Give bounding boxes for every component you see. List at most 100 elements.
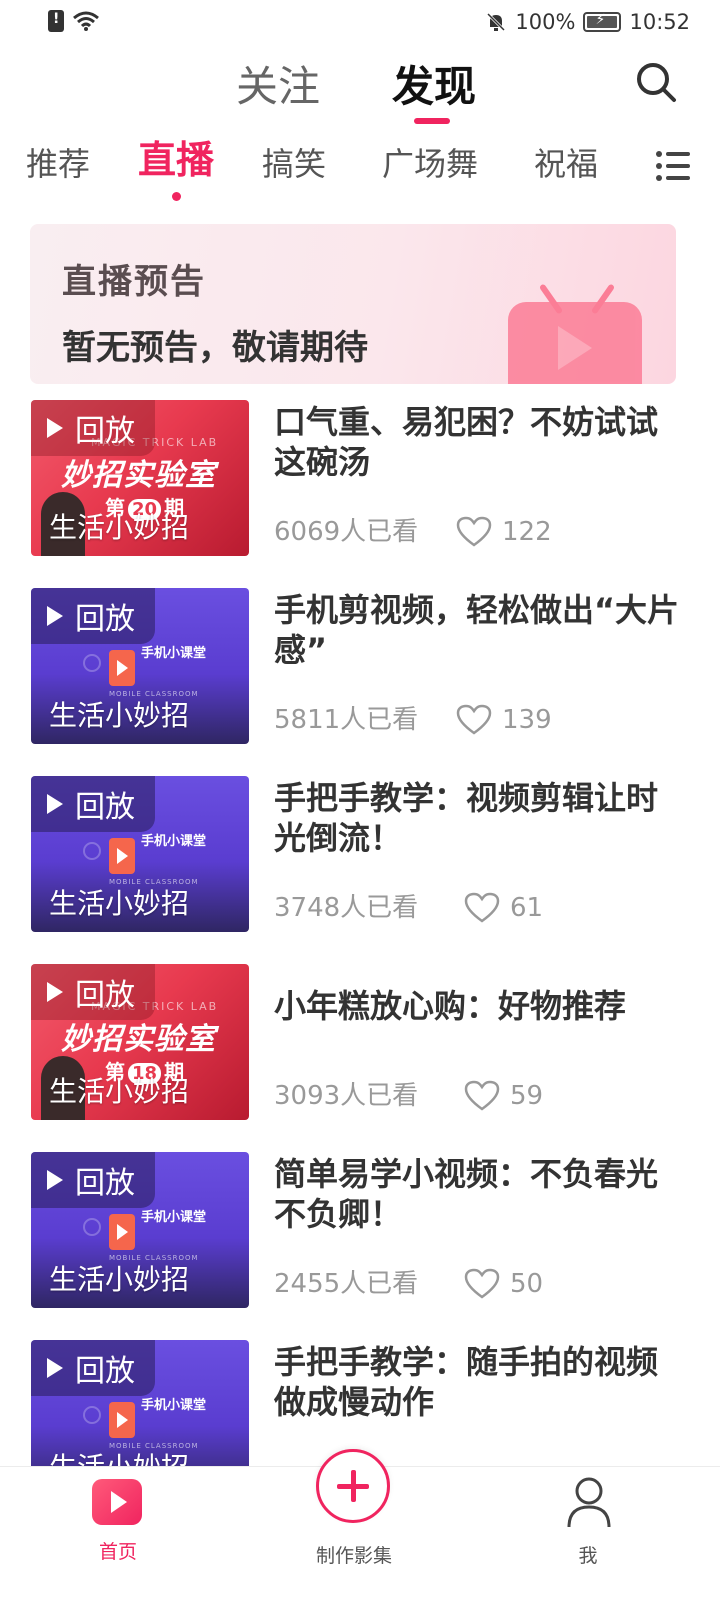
video-title[interactable]: 手把手教学：随手拍的视频做成慢动作 <box>274 1342 684 1422</box>
plus-icon[interactable] <box>316 1449 390 1523</box>
tab-discover[interactable]: 发现 <box>392 58 476 116</box>
mobile-classroom-logo <box>109 650 135 686</box>
decor-circle <box>83 654 101 672</box>
active-category-dot <box>172 192 181 201</box>
tab-follow[interactable]: 关注 <box>236 58 320 116</box>
clock: 10:52 <box>629 10 690 34</box>
nav-home[interactable]: 首页 <box>48 1467 188 1600</box>
heart-icon <box>464 892 500 923</box>
view-count: 2455人已看 <box>274 1269 419 1299</box>
like-count: 139 <box>502 705 552 735</box>
like-button[interactable]: 61 <box>464 888 543 928</box>
replay-badge: 回放 <box>31 1340 155 1396</box>
video-title[interactable]: 手机剪视频，轻松做出“大片感” <box>274 590 684 670</box>
video-title[interactable]: 手把手教学：视频剪辑让时光倒流！ <box>274 778 684 858</box>
video-meta: 5811人已看 139 <box>274 700 694 740</box>
banner-title: 直播预告 <box>62 262 206 302</box>
category-tabs: 推荐 直播 搞笑 广场舞 祝福 <box>0 138 720 204</box>
heart-icon <box>464 1268 500 1299</box>
home-play-icon <box>92 1479 142 1525</box>
like-button[interactable]: 59 <box>464 1076 543 1116</box>
video-meta: 3093人已看 59 <box>274 1076 694 1116</box>
like-button[interactable]: 139 <box>456 700 552 740</box>
replay-badge: 回放 <box>31 588 155 644</box>
battery-percent: 100% <box>515 10 576 34</box>
heart-icon <box>456 704 492 735</box>
category-tab-recommend[interactable]: 推荐 <box>26 140 90 188</box>
mobile-classroom-logo <box>109 1402 135 1438</box>
like-count: 59 <box>510 1081 544 1111</box>
nav-home-label: 首页 <box>98 1541 137 1563</box>
thumb-logo-text: 手机小课堂 <box>141 834 207 849</box>
list-menu-icon[interactable] <box>654 146 694 186</box>
like-count: 61 <box>510 893 544 923</box>
nav-make-album[interactable]: 制作影集 <box>284 1449 424 1600</box>
video-title[interactable]: 小年糕放心购：好物推荐 <box>274 986 684 1026</box>
thumb-channel: 生活小妙招 <box>49 511 190 544</box>
like-button[interactable]: 50 <box>464 1264 543 1304</box>
video-title[interactable]: 口气重、易犯困？不妨试试这碗汤 <box>274 402 684 482</box>
replay-badge: 回放 <box>31 400 155 456</box>
nav-me[interactable]: 我 <box>518 1467 658 1600</box>
list-item[interactable]: 手机小课堂 MOBILE CLASSROOM 回放 生活小妙招 简单易学小视频：… <box>0 1152 720 1312</box>
view-count: 3093人已看 <box>274 1081 419 1111</box>
thumb-channel: 生活小妙招 <box>49 1075 190 1108</box>
play-icon <box>47 794 63 814</box>
decor-circle <box>83 1218 101 1236</box>
video-thumbnail[interactable]: MAGIC TRICK LAB 妙招实验室 第 18 期 回放 生活小妙招 <box>31 964 249 1120</box>
category-tab-square-dance[interactable]: 广场舞 <box>382 140 478 188</box>
decor-circle <box>83 842 101 860</box>
live-preview-banner[interactable]: 直播预告 暂无预告，敬请期待 <box>30 224 676 384</box>
thumb-logo-text: 手机小课堂 <box>141 1398 207 1413</box>
video-meta: 6069人已看 122 <box>274 512 694 552</box>
thumb-channel: 生活小妙招 <box>49 1263 190 1296</box>
bottom-nav: 首页 制作影集 我 <box>0 1449 720 1600</box>
heart-icon <box>456 516 492 547</box>
video-thumbnail[interactable]: 手机小课堂 MOBILE CLASSROOM 回放 生活小妙招 <box>31 1152 249 1308</box>
thumb-channel: 生活小妙招 <box>49 699 190 732</box>
banner-subtitle: 暂无预告，敬请期待 <box>62 328 368 368</box>
search-icon[interactable] <box>634 60 678 104</box>
profile-icon <box>567 1477 611 1528</box>
view-count: 6069人已看 <box>274 517 419 547</box>
replay-badge: 回放 <box>31 776 155 832</box>
heart-icon <box>464 1080 500 1111</box>
replay-badge: 回放 <box>31 1152 155 1208</box>
play-icon <box>47 982 63 1002</box>
play-icon <box>47 418 63 438</box>
category-fade <box>600 140 640 192</box>
like-button[interactable]: 122 <box>456 512 552 552</box>
play-icon <box>47 1358 63 1378</box>
video-title[interactable]: 简单易学小视频：不负春光不负卿！ <box>274 1154 684 1234</box>
view-count: 3748人已看 <box>274 893 419 923</box>
video-thumbnail[interactable]: 手机小课堂 MOBILE CLASSROOM 回放 生活小妙招 <box>31 776 249 932</box>
video-meta: 3748人已看 61 <box>274 888 694 928</box>
category-tab-blessing[interactable]: 祝福 <box>534 140 608 188</box>
play-icon <box>47 606 63 626</box>
mobile-classroom-logo <box>109 838 135 874</box>
top-tabs: 关注 发现 <box>0 58 720 130</box>
video-thumbnail[interactable]: MAGIC TRICK LAB 妙招实验室 第 20 期 回放 生活小妙招 <box>31 400 249 556</box>
list-item[interactable]: MAGIC TRICK LAB 妙招实验室 第 18 期 回放 生活小妙招 小年糕放… <box>0 964 720 1124</box>
category-tab-funny[interactable]: 搞笑 <box>262 140 326 188</box>
battery-icon: ⚡ <box>583 12 622 32</box>
thumb-logo-text: 手机小课堂 <box>141 1210 207 1225</box>
thumb-logo-text: 手机小课堂 <box>141 646 207 661</box>
list-item[interactable]: MAGIC TRICK LAB 妙招实验室 第 20 期 回放 生活小妙招 口气重、… <box>0 400 720 560</box>
category-tab-live[interactable]: 直播 <box>138 136 214 184</box>
mobile-classroom-logo <box>109 1214 135 1250</box>
video-thumbnail[interactable]: 手机小课堂 MOBILE CLASSROOM 回放 生活小妙招 <box>31 588 249 744</box>
thumb-logo-text: 妙招实验室 <box>61 1022 216 1057</box>
sim-alert-icon <box>48 10 64 32</box>
tv-icon <box>508 302 642 384</box>
view-count: 5811人已看 <box>274 705 419 735</box>
thumb-logo-text: 妙招实验室 <box>61 458 216 493</box>
like-count: 122 <box>502 517 552 547</box>
nav-make-label: 制作影集 <box>315 1545 392 1567</box>
active-tab-indicator <box>414 118 450 124</box>
list-item[interactable]: 手机小课堂 MOBILE CLASSROOM 回放 生活小妙招 手机剪视频，轻松… <box>0 588 720 748</box>
list-item[interactable]: 手机小课堂 MOBILE CLASSROOM 回放 生活小妙招 手把手教学：视频… <box>0 776 720 936</box>
replay-badge: 回放 <box>31 964 155 1020</box>
status-bar: 100% ⚡ 10:52 <box>0 0 720 48</box>
nav-me-label: 我 <box>578 1545 598 1567</box>
